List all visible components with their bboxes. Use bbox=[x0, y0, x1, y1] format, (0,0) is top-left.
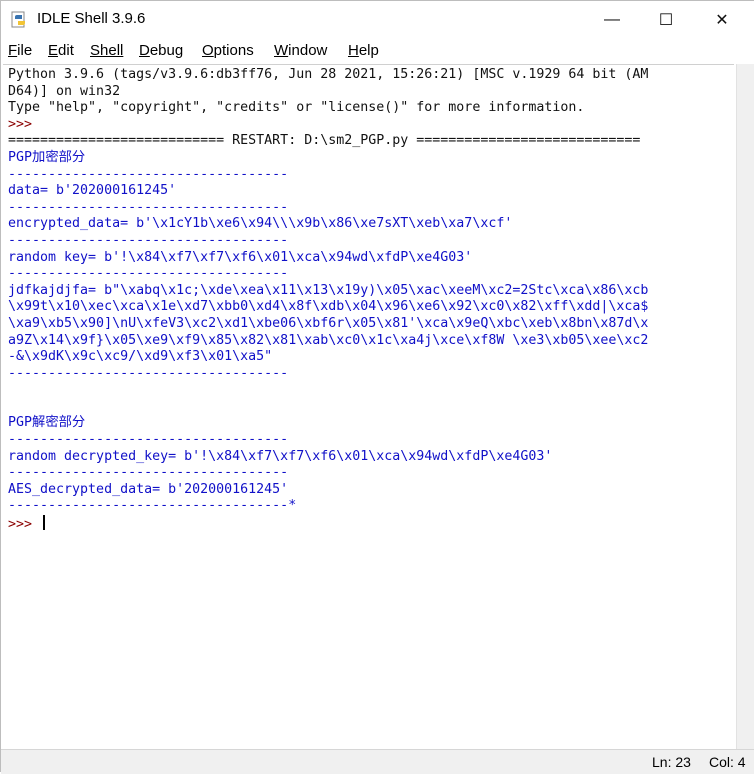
menu-file-access-key: F bbox=[8, 42, 18, 59]
menu-window[interactable]: Window bbox=[274, 42, 327, 59]
shell-line: D64)] on win32 bbox=[8, 83, 121, 99]
menu-file-label-rest: ile bbox=[17, 42, 33, 59]
shell-line: ----------------------------------- bbox=[8, 166, 289, 182]
menu-shell[interactable]: Shell bbox=[90, 42, 123, 59]
shell-line: encrypted_data= b'\x1cY1b\xe6\x94\\\x9b\… bbox=[8, 216, 513, 232]
menu-bar: File Edit Shell Debug Options Window Hel… bbox=[1, 39, 754, 64]
menu-help-label-rest: elp bbox=[358, 42, 379, 59]
shell-line: ----------------------------------- bbox=[8, 232, 289, 248]
shell-input-line[interactable]: >>> bbox=[8, 515, 732, 534]
menu-debug-access-key: D bbox=[139, 42, 150, 59]
status-bar: Ln: 23 Col: 4 bbox=[1, 749, 754, 774]
shell-line: data= b'202000161245' bbox=[8, 183, 177, 199]
menu-debug[interactable]: Debug bbox=[139, 42, 183, 59]
text-cursor bbox=[43, 515, 46, 531]
shell-line: =========================== RESTART: D:\… bbox=[8, 133, 641, 149]
menu-window-label-rest: indow bbox=[288, 42, 328, 59]
minimize-button[interactable]: — bbox=[585, 1, 639, 39]
shell-line: PGP解密部分 bbox=[8, 415, 86, 431]
status-line-number: Ln: 23 bbox=[652, 754, 691, 770]
shell-line: random decrypted_key= b'!\x84\xf7\xf7\xf… bbox=[8, 448, 553, 464]
menu-shell-label: Shell bbox=[90, 42, 124, 59]
minimize-icon: — bbox=[604, 11, 620, 28]
vertical-scrollbar[interactable] bbox=[736, 64, 754, 749]
shell-line: jdfkajdjfa= b"\xabq\x1c;\xde\xea\x11\x13… bbox=[8, 282, 649, 298]
shell-line: ----------------------------------- bbox=[8, 465, 289, 481]
shell-line: a9Z\x14\x9f}\x05\xe9\xf9\x85\x82\x81\xab… bbox=[8, 332, 649, 348]
close-button[interactable]: ✕ bbox=[695, 1, 749, 39]
window-title: IDLE Shell 3.9.6 bbox=[37, 10, 146, 27]
title-bar[interactable]: IDLE Shell 3.9.6 — ☐ ✕ bbox=[1, 1, 754, 39]
idle-shell-window: IDLE Shell 3.9.6 — ☐ ✕ File Edit Shell D… bbox=[0, 0, 754, 774]
maximize-icon: ☐ bbox=[658, 12, 674, 29]
shell-line: random key= b'!\x84\xf7\xf7\xf6\x01\xca\… bbox=[8, 249, 473, 265]
shell-line: ----------------------------------- bbox=[8, 432, 289, 448]
menu-window-access-key: W bbox=[274, 42, 289, 59]
shell-line: >>> bbox=[8, 116, 41, 132]
shell-line: \x99t\x10\xec\xca\x1e\xd7\xbb0\xd4\x8f\x… bbox=[8, 299, 649, 315]
menu-edit-label-rest: dit bbox=[58, 42, 74, 59]
shell-prompt: >>> bbox=[8, 517, 41, 533]
shell-line: Python 3.9.6 (tags/v3.9.6:db3ff76, Jun 2… bbox=[8, 67, 649, 82]
shell-line: Type "help", "copyright", "credits" or "… bbox=[8, 100, 585, 116]
shell-line: -----------------------------------* bbox=[8, 498, 297, 514]
menu-options-label-rest: ptions bbox=[213, 42, 254, 59]
menu-file[interactable]: File bbox=[8, 42, 32, 59]
menu-options[interactable]: Options bbox=[202, 42, 254, 59]
python-idle-app-icon bbox=[11, 11, 29, 29]
menu-help-access-key: H bbox=[348, 42, 359, 59]
shell-line: -&\x9dK\x9c\xc9/\xd9\xf3\x01\xa5" bbox=[8, 349, 273, 365]
status-column-number: Col: 4 bbox=[709, 754, 746, 770]
menu-options-access-key: O bbox=[202, 42, 214, 59]
shell-output: Python 3.9.6 (tags/v3.9.6:db3ff76, Jun 2… bbox=[8, 67, 732, 534]
shell-line: ----------------------------------- bbox=[8, 199, 289, 215]
menu-edit[interactable]: Edit bbox=[48, 42, 74, 59]
maximize-button[interactable]: ☐ bbox=[639, 1, 693, 39]
shell-line: ----------------------------------- bbox=[8, 266, 289, 282]
menu-debug-label-rest: ebug bbox=[149, 42, 184, 59]
menu-help[interactable]: Help bbox=[348, 42, 379, 59]
shell-line: \xa9\xb5\x90]\nU\xfeV3\xc2\xd1\xbe06\xbf… bbox=[8, 315, 649, 331]
shell-line: PGP加密部分 bbox=[8, 149, 86, 165]
shell-line: ----------------------------------- bbox=[8, 365, 289, 381]
shell-text-area[interactable]: Python 3.9.6 (tags/v3.9.6:db3ff76, Jun 2… bbox=[3, 64, 734, 750]
menu-edit-access-key: E bbox=[48, 42, 59, 59]
close-icon: ✕ bbox=[715, 12, 729, 29]
shell-line: AES_decrypted_data= b'202000161245' bbox=[8, 481, 289, 497]
